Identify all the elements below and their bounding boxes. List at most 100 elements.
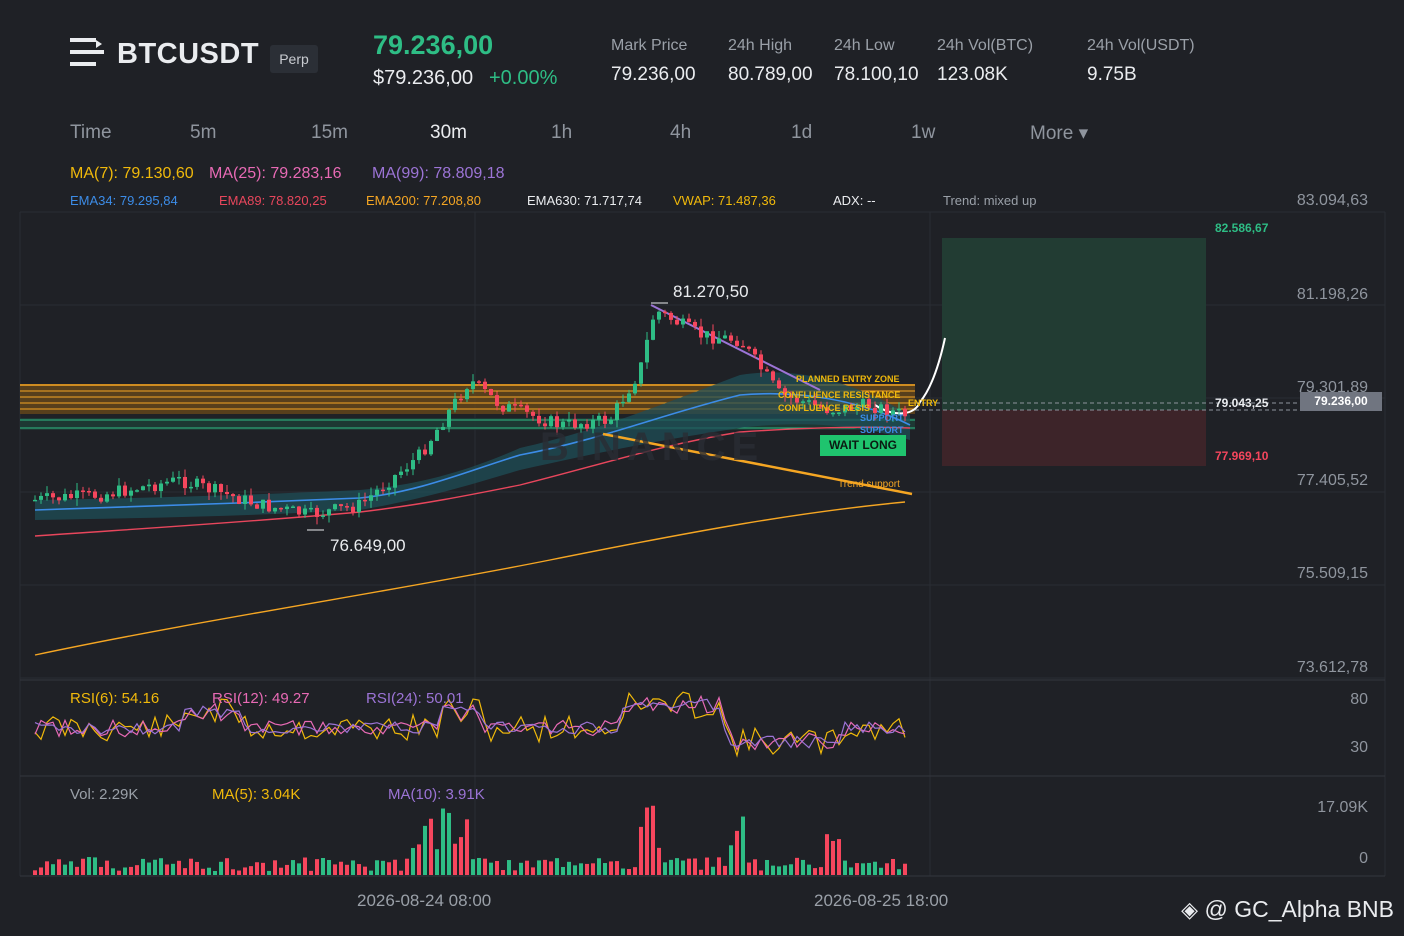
candle-body: [567, 419, 571, 422]
candle-body: [447, 409, 451, 427]
volume-bar: [165, 864, 169, 875]
volume-bar: [495, 860, 499, 875]
candle-body: [483, 381, 487, 390]
candle-body: [747, 346, 751, 349]
volume-bar: [393, 859, 397, 875]
candle-body: [363, 499, 367, 502]
candle-body: [717, 338, 721, 344]
stop-zone: [942, 410, 1206, 466]
volume-bar: [675, 858, 679, 875]
current-price-tag: 79.236,00: [1300, 392, 1382, 411]
volume-bar: [885, 863, 889, 875]
volume-bar: [801, 859, 805, 875]
volume-bar: [351, 860, 355, 875]
candle-body: [69, 493, 73, 499]
candle-body: [531, 411, 535, 416]
volume-bar: [681, 860, 685, 875]
volume-bar: [753, 859, 757, 875]
volume-bar: [429, 818, 433, 875]
volume-bar: [807, 864, 811, 875]
volume-bar: [387, 862, 391, 875]
volume-bar: [57, 859, 61, 875]
volume-bar: [201, 868, 205, 875]
volume-bar: [549, 861, 553, 875]
volume-bar: [879, 867, 883, 875]
candle-body: [729, 335, 733, 341]
rsi-axis-label: 30: [1350, 739, 1368, 756]
volume-bar: [759, 870, 763, 875]
candle-body: [357, 499, 361, 513]
volume-bar: [621, 868, 625, 875]
volume-bar: [555, 858, 559, 875]
volume-bar: [171, 863, 175, 875]
volume-bar: [687, 858, 691, 875]
candle-body: [171, 477, 175, 482]
candle-body: [663, 311, 667, 314]
legend-rsi6: RSI(6): 54.16: [70, 690, 160, 707]
candle-body: [495, 395, 499, 406]
candle-body: [609, 419, 613, 424]
volume-bar: [843, 860, 847, 875]
candle-body: [897, 408, 901, 411]
volume-bar: [693, 858, 697, 875]
volume-bar: [837, 839, 841, 875]
volume-bar: [273, 860, 277, 875]
volume-bar: [207, 867, 211, 875]
volume-bar: [249, 866, 253, 875]
candle-body: [339, 504, 343, 507]
time-axis-label: 2026-08-25 18:00: [814, 891, 949, 910]
volume-bar: [603, 863, 607, 875]
volume-bar: [417, 844, 421, 875]
volume-bar: [855, 863, 859, 875]
candle-body: [297, 506, 301, 515]
volume-bar: [513, 870, 517, 875]
candle-body: [693, 321, 697, 327]
volume-bar: [819, 867, 823, 875]
candle-body: [501, 405, 505, 412]
volume-bar: [51, 864, 55, 875]
volume-bar: [765, 859, 769, 875]
candle-body: [159, 483, 163, 492]
candle-body: [519, 404, 523, 407]
volume-bar: [159, 858, 163, 875]
planned-entry-zone-label: PLANNED ENTRY ZONE: [796, 374, 900, 384]
candle-body: [165, 481, 169, 484]
candle-body: [603, 415, 607, 424]
volume-bar: [783, 865, 787, 875]
candle-body: [765, 369, 769, 372]
candle-body: [303, 508, 307, 515]
volume-bar: [597, 858, 601, 875]
entry-label: ENTRY: [908, 398, 939, 408]
volume-bar: [285, 864, 289, 875]
volume-bars: [33, 805, 907, 875]
candle-body: [279, 507, 283, 510]
candle-body: [63, 493, 67, 501]
candle-body: [699, 326, 703, 338]
volume-bar: [627, 869, 631, 875]
volume-bar: [225, 858, 229, 875]
candle-body: [807, 400, 811, 402]
candle-body: [651, 319, 655, 340]
volume-bar: [465, 819, 469, 875]
volume-bar: [813, 868, 817, 875]
candle-body: [333, 504, 337, 510]
volume-bar: [525, 860, 529, 875]
candle-body: [453, 398, 457, 410]
target-zone: [942, 238, 1206, 410]
volume-bar: [519, 862, 523, 875]
candle-body: [771, 371, 775, 381]
volume-bar: [39, 867, 43, 875]
volume-bar: [111, 868, 115, 875]
volume-bar: [321, 858, 325, 875]
volume-bar: [357, 864, 361, 875]
candle-body: [153, 484, 157, 492]
volume-bar: [615, 861, 619, 875]
volume-bar: [309, 870, 313, 875]
candle-body: [207, 483, 211, 493]
volume-bar: [327, 859, 331, 875]
candle-body: [597, 415, 601, 420]
volume-bar: [183, 868, 187, 875]
candle-body: [687, 318, 691, 322]
volume-bar: [405, 858, 409, 875]
volume-bar: [543, 859, 547, 875]
